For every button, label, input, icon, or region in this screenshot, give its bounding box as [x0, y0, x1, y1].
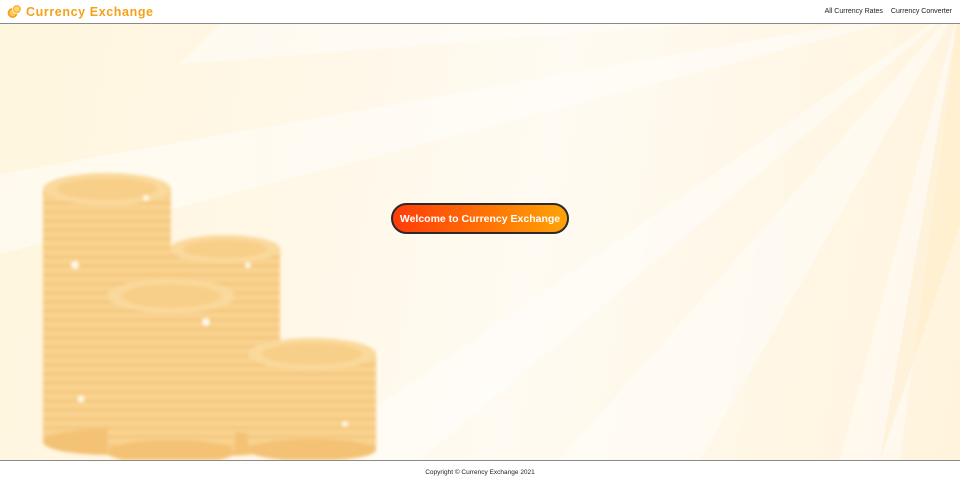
top-navbar: Currency Exchange All Currency Rates Cur…	[0, 0, 960, 24]
copyright-text: Copyright © Currency Exchange 2021	[425, 468, 535, 476]
welcome-button[interactable]: Welcome to Currency Exchange	[391, 203, 569, 234]
brand-logo-link[interactable]: Currency Exchange	[7, 4, 154, 19]
hero-section: Welcome to Currency Exchange	[0, 24, 960, 460]
main-nav: All Currency Rates Currency Converter	[825, 8, 952, 15]
brand-title: Currency Exchange	[26, 4, 154, 19]
coin-stacks-image	[43, 173, 376, 460]
coins-icon	[7, 4, 22, 18]
nav-link-currency-converter[interactable]: Currency Converter	[891, 8, 952, 15]
nav-link-all-currency-rates[interactable]: All Currency Rates	[825, 8, 883, 15]
footer: Copyright © Currency Exchange 2021	[0, 460, 960, 483]
